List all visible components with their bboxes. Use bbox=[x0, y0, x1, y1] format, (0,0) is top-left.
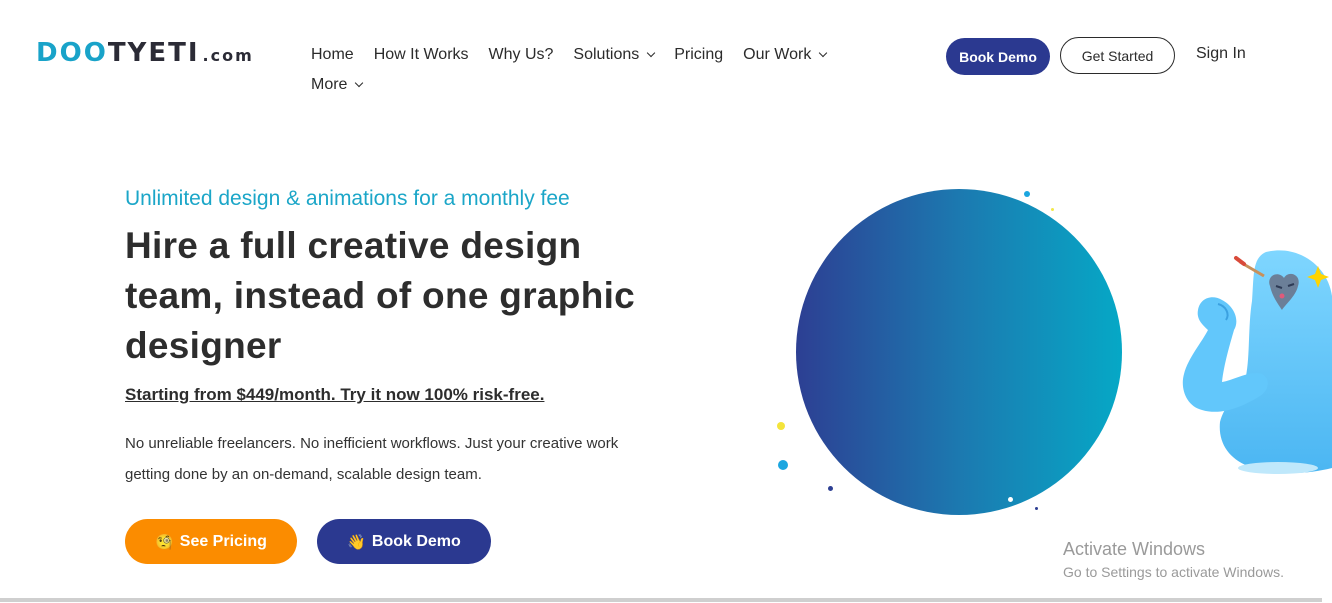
nav-item-how-it-works[interactable]: How It Works bbox=[374, 46, 469, 64]
horizontal-scrollbar[interactable] bbox=[0, 598, 1322, 602]
sign-in-link[interactable]: Sign In bbox=[1196, 45, 1246, 63]
hero-headline: Hire a full creative design team, instea… bbox=[125, 225, 636, 366]
decor-dot bbox=[1024, 191, 1030, 197]
logo-eyes-icon: OO bbox=[59, 38, 108, 68]
logo-domain: .com bbox=[202, 46, 254, 65]
get-started-button[interactable]: Get Started bbox=[1060, 37, 1175, 74]
book-demo-label: Book Demo bbox=[371, 532, 461, 550]
activate-windows-title: Activate Windows bbox=[1063, 539, 1206, 559]
header-book-demo-button[interactable]: Book Demo bbox=[946, 38, 1050, 75]
decor-dot bbox=[1035, 507, 1038, 510]
hero-eyebrow: Unlimited design & animations for a mont… bbox=[125, 187, 570, 210]
nav-item-label: More bbox=[311, 76, 348, 93]
decor-dot bbox=[828, 486, 833, 491]
decor-dot bbox=[1008, 497, 1013, 502]
chevron-down-icon bbox=[355, 78, 364, 88]
nav-row-primary: Home How It Works Why Us? Solutions Pricing O… bbox=[311, 44, 871, 66]
nav-item-more[interactable]: More bbox=[311, 76, 364, 94]
logo-wordmark: DOOTYETI bbox=[36, 38, 200, 68]
nav-item-label: How It Works bbox=[373, 46, 469, 63]
main-navigation: Home How It Works Why Us? Solutions Pricing O… bbox=[311, 44, 871, 104]
nav-item-why-us[interactable]: Why Us? bbox=[489, 46, 554, 64]
hero-gradient-circle bbox=[796, 189, 1122, 515]
nav-item-label: Why Us? bbox=[488, 46, 554, 63]
see-pricing-label: See Pricing bbox=[179, 532, 267, 550]
nav-item-pricing[interactable]: Pricing bbox=[674, 46, 723, 64]
pricing-link[interactable]: Starting from $449/month. Try it now 100… bbox=[125, 385, 544, 405]
nav-item-home[interactable]: Home bbox=[311, 46, 354, 64]
yeti-mascot-icon bbox=[1182, 250, 1332, 474]
waving-hand-icon: 👋 bbox=[347, 533, 366, 551]
decor-dot bbox=[778, 460, 788, 470]
decor-dot bbox=[777, 422, 785, 430]
chevron-down-icon bbox=[647, 48, 656, 58]
decor-dot bbox=[1051, 208, 1054, 211]
activate-windows-subtitle: Go to Settings to activate Windows. bbox=[1063, 564, 1284, 580]
nav-item-label: Our Work bbox=[743, 46, 812, 63]
hero-book-demo-button[interactable]: 👋 Book Demo bbox=[317, 519, 491, 564]
nav-item-label: Home bbox=[311, 46, 354, 63]
see-pricing-button[interactable]: 🧐 See Pricing bbox=[125, 519, 297, 564]
dotyeti-logo[interactable]: DOOTYETI .com bbox=[36, 40, 254, 66]
hero-description: No unreliable freelancers. No inefficien… bbox=[125, 435, 619, 483]
nav-row-secondary: More bbox=[311, 74, 871, 96]
nav-item-our-work[interactable]: Our Work bbox=[743, 46, 828, 64]
nav-item-label: Solutions bbox=[573, 46, 640, 63]
monocle-face-icon: 🧐 bbox=[155, 533, 174, 551]
nav-item-solutions[interactable]: Solutions bbox=[573, 46, 656, 64]
nav-item-label: Pricing bbox=[674, 46, 724, 63]
chevron-down-icon bbox=[819, 48, 828, 58]
